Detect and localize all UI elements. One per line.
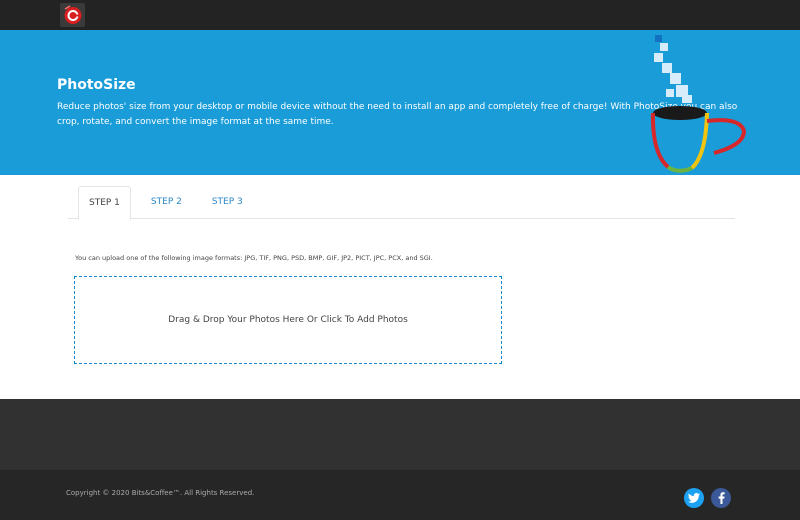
top-navbar — [0, 0, 800, 30]
copyright-text: Copyright © 2020 Bits&Coffee™. All Right… — [66, 489, 255, 497]
hero-banner: PhotoSize Reduce photos' size from your … — [0, 30, 800, 175]
footer-upper-band — [0, 399, 800, 470]
footer: Copyright © 2020 Bits&Coffee™. All Right… — [0, 470, 800, 520]
tab-step-2[interactable]: STEP 2 — [141, 186, 192, 217]
site-logo-icon[interactable] — [60, 3, 85, 27]
coffee-mug-pixel-icon — [650, 35, 747, 173]
page-title: PhotoSize — [57, 77, 136, 93]
tab-step-1[interactable]: STEP 1 — [78, 186, 131, 220]
tab-step-3[interactable]: STEP 3 — [202, 186, 253, 217]
dropzone-label: Drag & Drop Your Photos Here Or Click To… — [168, 315, 408, 325]
twitter-icon — [688, 493, 700, 503]
twitter-link[interactable] — [684, 488, 704, 508]
photo-dropzone[interactable]: Drag & Drop Your Photos Here Or Click To… — [74, 276, 502, 364]
facebook-icon — [718, 492, 725, 504]
supported-formats-text: You can upload one of the following imag… — [75, 254, 433, 262]
facebook-link[interactable] — [711, 488, 731, 508]
step-tabs: STEP 1 STEP 2 STEP 3 — [68, 186, 735, 220]
